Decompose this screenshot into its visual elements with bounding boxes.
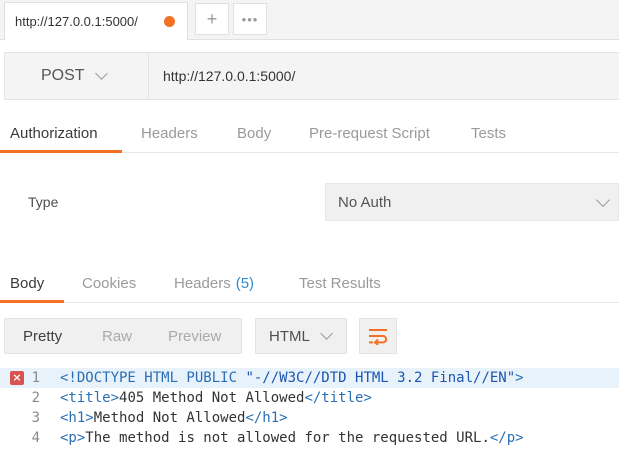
tab-pre-request-script[interactable]: Pre-request Script [309, 113, 430, 153]
tab-cookies[interactable]: Cookies [82, 263, 136, 303]
active-tab-indicator [0, 300, 64, 303]
code-text: <!DOCTYPE HTML PUBLIC "-//W3C//DTD HTML … [60, 370, 524, 386]
format-select[interactable]: HTML [255, 318, 347, 354]
code-content: The method is not allowed for the reques… [85, 430, 490, 446]
chevron-down-icon [320, 327, 333, 340]
code-tag: <p> [60, 430, 86, 446]
url-text: http://127.0.0.1:5000/ [163, 68, 296, 84]
url-bar: POST http://127.0.0.1:5000/ [4, 52, 619, 100]
line-number: 2 [31, 390, 40, 406]
more-icon: ••• [241, 11, 259, 27]
response-tabs: Body Cookies Headers (5) Test Results [0, 263, 619, 303]
active-tab-indicator [0, 150, 122, 153]
more-tabs-button[interactable]: ••• [233, 3, 267, 35]
code-tag: </title> [304, 390, 372, 406]
tab-test-results[interactable]: Test Results [299, 263, 381, 303]
tab-authorization[interactable]: Authorization [10, 113, 98, 153]
tab-headers[interactable]: Headers [141, 113, 198, 153]
headers-count-badge: (5) [235, 274, 255, 292]
format-value: HTML [269, 327, 310, 345]
error-icon[interactable]: × [10, 371, 24, 385]
auth-type-label: Type [28, 194, 59, 210]
request-tab-strip: http://127.0.0.1:5000/ + ••• [0, 0, 619, 40]
code-line: × 1 <!DOCTYPE HTML PUBLIC "-//W3C//DTD HTM… [0, 368, 619, 388]
method-select[interactable]: POST [5, 53, 149, 99]
code-tag: </p> [489, 430, 524, 446]
code-line: 4 <p>The method is not allowed for the re… [0, 428, 619, 448]
auth-type-select[interactable]: No Auth [325, 183, 619, 221]
new-tab-button[interactable]: + [195, 3, 229, 35]
line-number: 4 [31, 430, 40, 446]
code-content: Method Not Allowed [93, 410, 246, 426]
code-content: 405 Method Not Allowed [119, 390, 305, 406]
method-label: POST [41, 67, 85, 84]
code-text: <title>405 Method Not Allowed</title> [60, 390, 372, 406]
request-tabs: Authorization Headers Body Pre-request S… [0, 113, 619, 153]
view-mode-group: Pretty Raw Preview [4, 318, 242, 354]
code-text: <p>The method is not allowed for the req… [60, 430, 524, 446]
tab-tests[interactable]: Tests [471, 113, 506, 153]
code-line: 2 <title>405 Method Not Allowed</title> [0, 388, 619, 408]
tab-response-body[interactable]: Body [10, 263, 44, 303]
plus-icon: + [206, 8, 218, 29]
tab-body[interactable]: Body [237, 113, 271, 153]
code-tag: <title> [60, 390, 120, 406]
unsaved-changes-dot [164, 16, 175, 27]
request-tab[interactable]: http://127.0.0.1:5000/ [4, 2, 188, 40]
auth-type-value: No Auth [338, 193, 392, 211]
code-tag: <!DOCTYPE HTML PUBLIC [60, 370, 246, 386]
view-raw-button[interactable]: Raw [102, 319, 132, 353]
tab-response-headers[interactable]: Headers (5) [174, 263, 254, 303]
chevron-down-icon [595, 192, 611, 208]
line-number: 3 [31, 410, 40, 426]
chevron-down-icon [95, 67, 108, 80]
url-input[interactable]: http://127.0.0.1:5000/ [163, 53, 295, 99]
wrap-lines-icon [369, 329, 388, 345]
code-string: "-//W3C//DTD HTML 3.2 Final//EN" [245, 370, 516, 386]
code-tag: > [515, 370, 524, 386]
code-tag: </h1> [245, 410, 288, 426]
view-pretty-button[interactable]: Pretty [23, 319, 62, 353]
response-body-code[interactable]: × 1 <!DOCTYPE HTML PUBLIC "-//W3C//DTD HTM… [0, 368, 619, 458]
code-tag: <h1> [60, 410, 94, 426]
code-line: 3 <h1>Method Not Allowed</h1> [0, 408, 619, 428]
code-text: <h1>Method Not Allowed</h1> [60, 410, 288, 426]
view-preview-button[interactable]: Preview [168, 319, 221, 353]
request-tab-title: http://127.0.0.1:5000/ [15, 14, 138, 29]
wrap-lines-button[interactable] [359, 318, 397, 354]
